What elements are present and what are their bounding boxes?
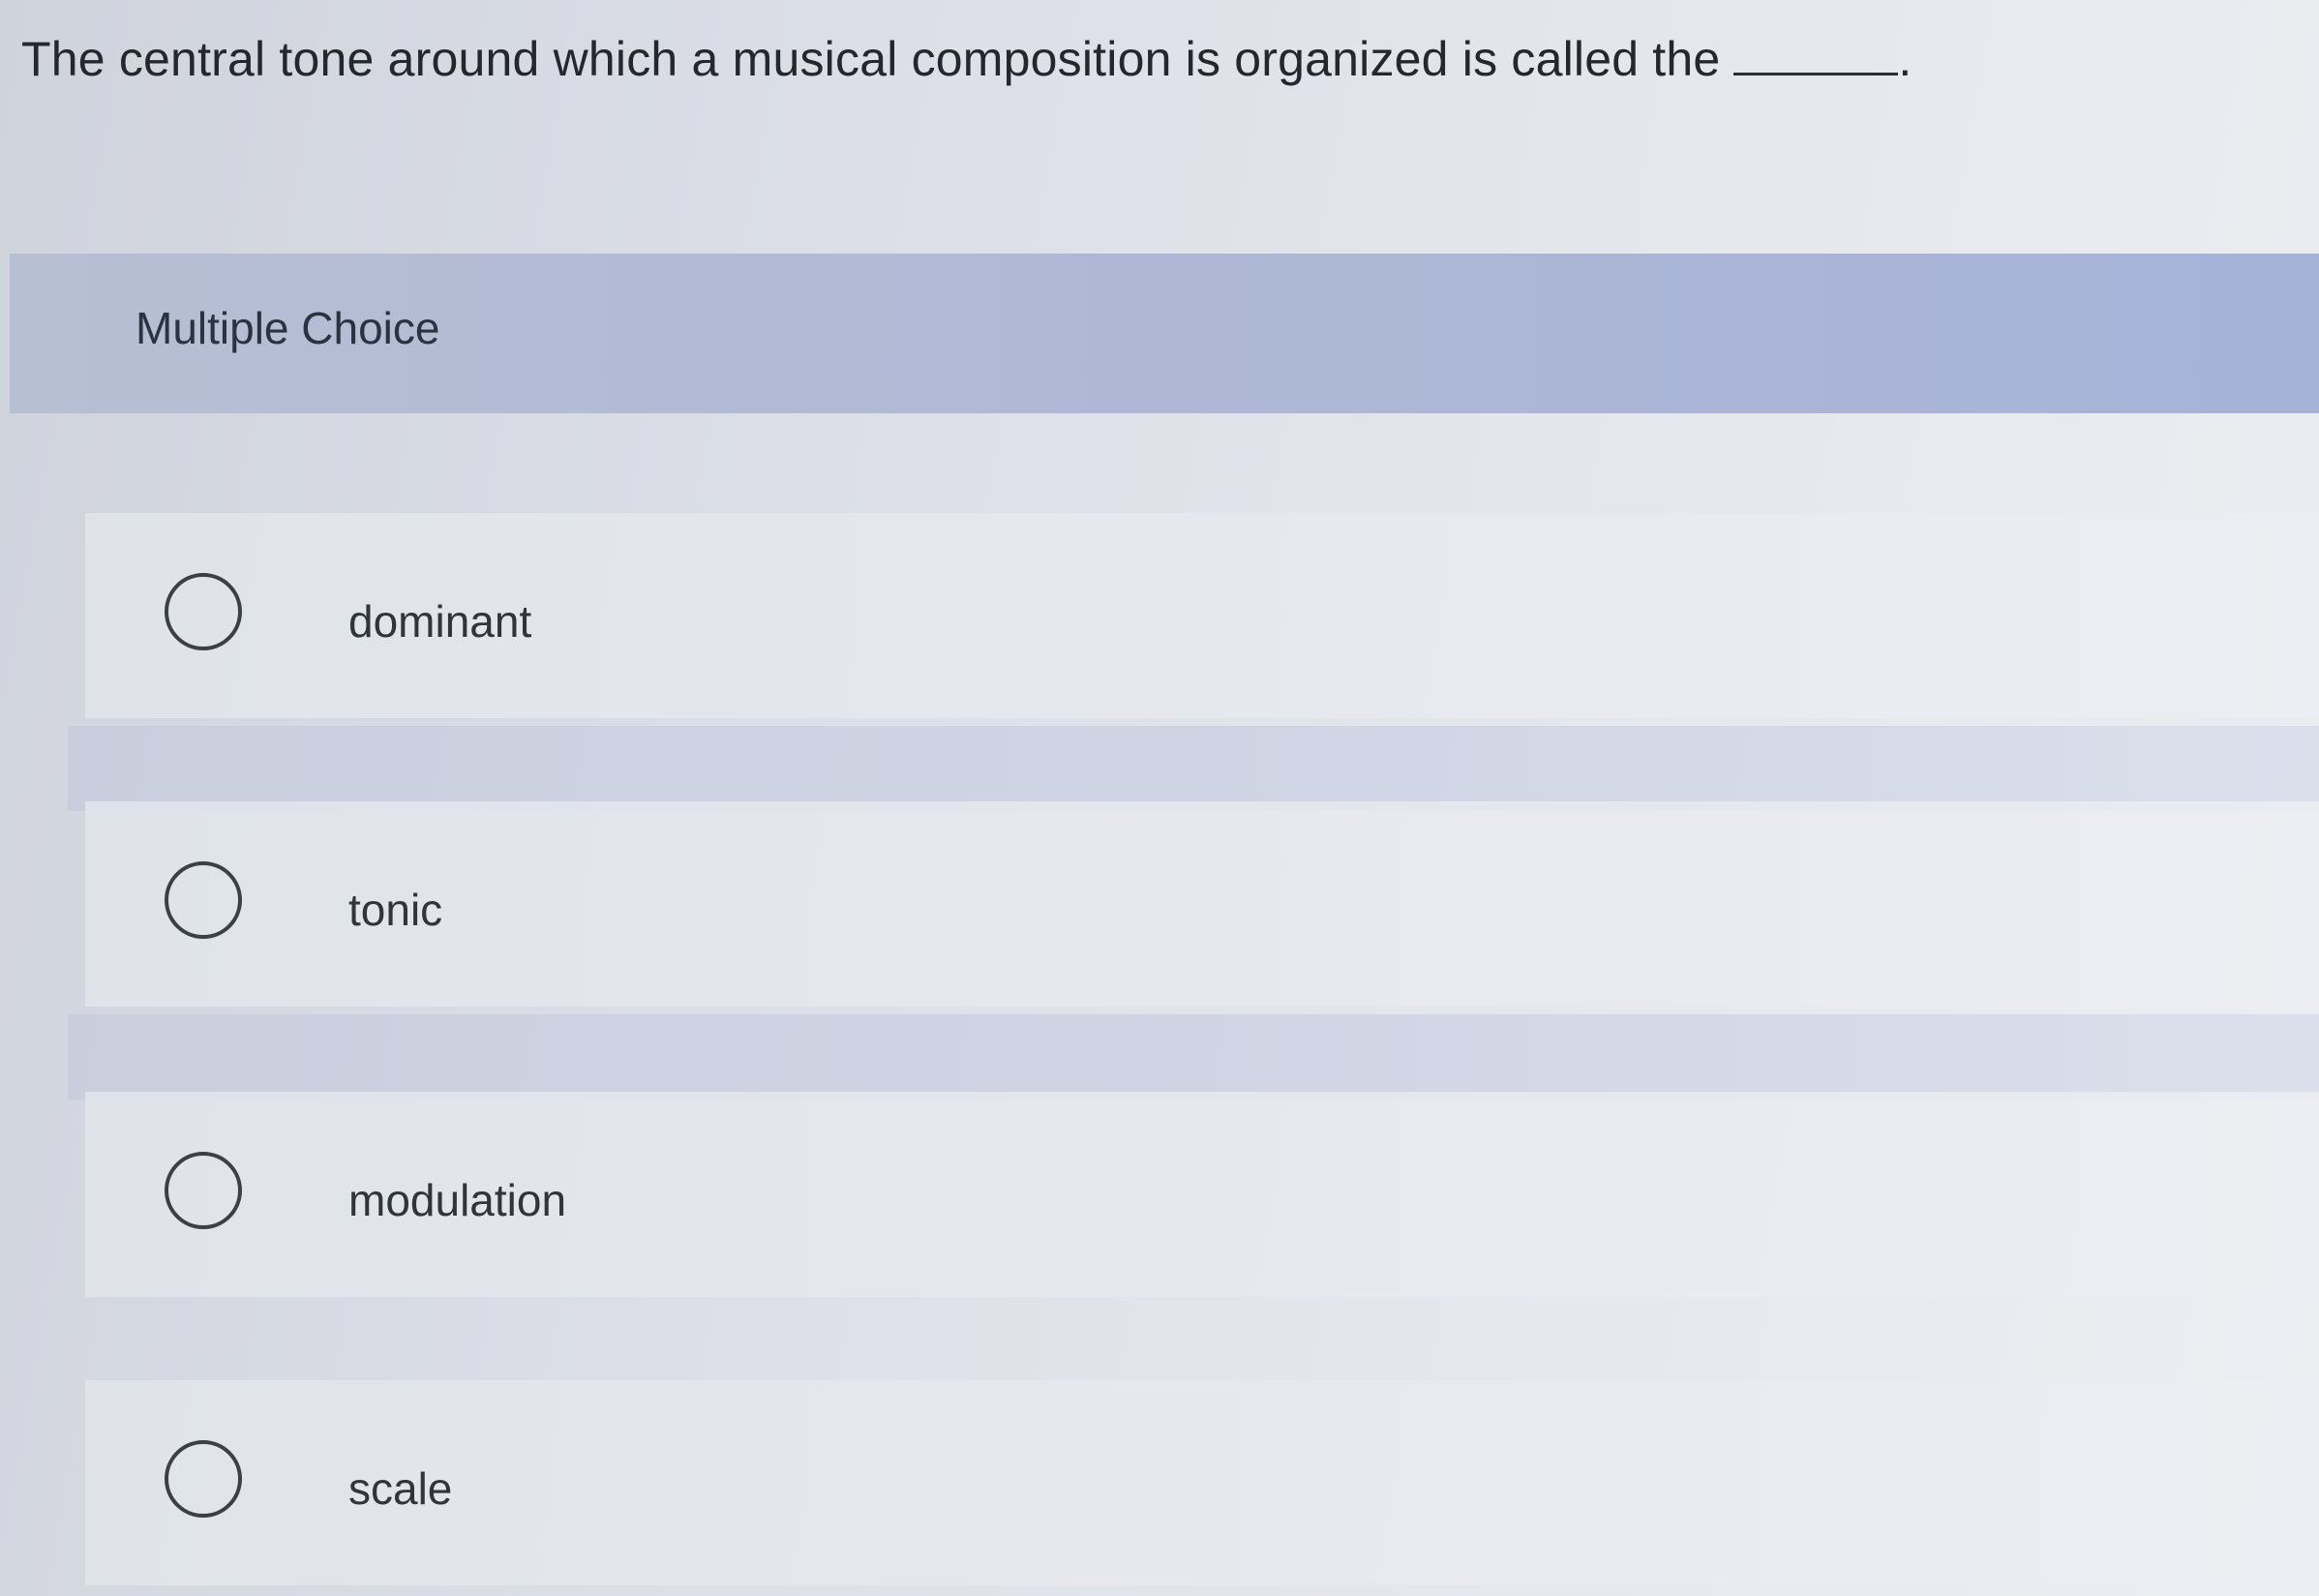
- option-modulation[interactable]: modulation: [85, 1092, 2319, 1297]
- multiple-choice-title: Multiple Choice: [136, 303, 440, 353]
- radio-button[interactable]: [165, 573, 242, 650]
- radio-button[interactable]: [165, 1152, 242, 1229]
- option-tonic[interactable]: tonic: [85, 801, 2319, 1007]
- radio-button[interactable]: [165, 1440, 242, 1518]
- option-label: scale: [348, 1463, 453, 1514]
- radio-button[interactable]: [165, 861, 242, 939]
- option-dominant[interactable]: dominant: [85, 513, 2319, 718]
- question-prompt: The central tone around which a musical …: [21, 32, 1721, 86]
- option-scale[interactable]: scale: [85, 1380, 2319, 1585]
- option-label: tonic: [348, 885, 443, 935]
- divider-band: [68, 1014, 2319, 1099]
- divider-band: [68, 726, 2319, 811]
- question-period: .: [1898, 32, 1912, 86]
- option-label: dominant: [348, 596, 532, 647]
- answer-blank: [1733, 73, 1899, 75]
- option-label: modulation: [348, 1175, 567, 1225]
- question-text: The central tone around which a musical …: [21, 31, 1912, 87]
